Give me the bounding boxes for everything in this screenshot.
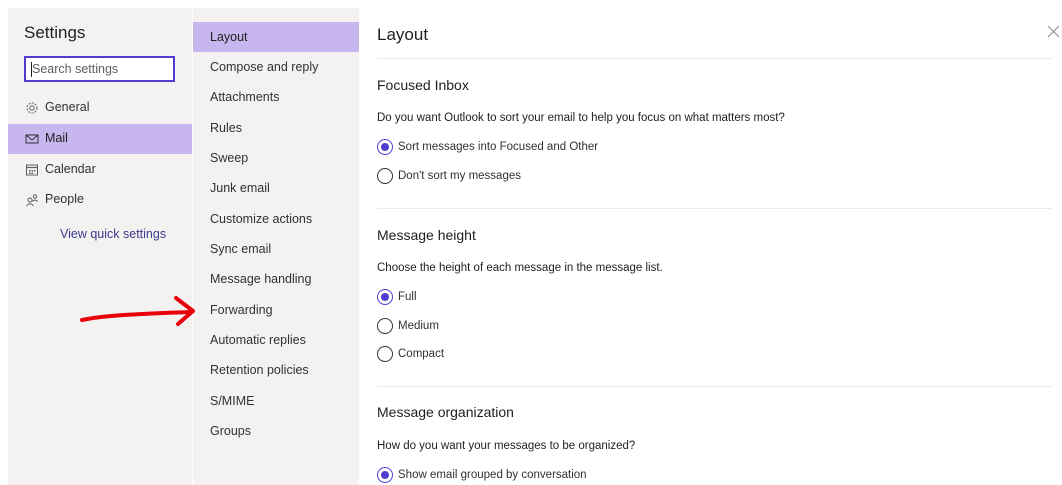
nav-item-calendar[interactable]: Calendar xyxy=(8,155,192,185)
subnav-item-customize-actions[interactable]: Customize actions xyxy=(193,204,360,234)
radio-label: Medium xyxy=(398,320,439,332)
radio-label: Sort messages into Focused and Other xyxy=(398,141,599,153)
divider xyxy=(377,208,1052,209)
subnav-item-label: Groups xyxy=(210,424,251,438)
subnav-item-layout[interactable]: Layout xyxy=(193,22,360,52)
nav-item-label: People xyxy=(45,192,84,206)
radio-selected-icon[interactable] xyxy=(377,289,393,305)
close-icon[interactable] xyxy=(1047,25,1060,38)
subnav-item-label: Sync email xyxy=(210,242,272,256)
search-settings-field[interactable] xyxy=(24,56,175,82)
people-icon xyxy=(26,194,38,207)
subnav-item-retention-policies[interactable]: Retention policies xyxy=(193,355,360,385)
radio-label: Don't sort my messages xyxy=(398,170,521,182)
subnav-item-label: Message handling xyxy=(210,272,312,286)
nav-item-label: Mail xyxy=(45,131,68,145)
page-title: Layout xyxy=(377,25,429,44)
subnav-item-forwarding[interactable]: Forwarding xyxy=(193,295,360,325)
view-quick-settings-link[interactable]: View quick settings xyxy=(60,227,166,241)
radio-unselected-icon[interactable] xyxy=(377,318,393,334)
subnav-item-groups[interactable]: Groups xyxy=(193,416,360,446)
subnav-item-label: Retention policies xyxy=(210,363,309,377)
layout-settings-pane: Layout Focused Inbox Do you want Outlook… xyxy=(359,8,1062,485)
subnav-item-label: Rules xyxy=(210,121,242,135)
subnav-item-label: Compose and reply xyxy=(210,60,319,74)
subnav-item-label: Automatic replies xyxy=(210,333,306,347)
nav-item-people[interactable]: People xyxy=(8,185,192,215)
nav-item-general[interactable]: General xyxy=(8,93,192,123)
subnav-item-sync-email[interactable]: Sync email xyxy=(193,234,360,264)
subnav-item-label: Customize actions xyxy=(210,212,313,226)
section-title-message-height: Message height xyxy=(377,227,476,243)
settings-nav: Settings General Mail Calendar xyxy=(8,8,192,485)
divider xyxy=(377,58,1052,59)
radio-label: Compact xyxy=(398,348,445,360)
subnav-item-sweep[interactable]: Sweep xyxy=(193,143,360,173)
radio-option-compact[interactable]: Compact xyxy=(377,344,444,364)
radio-unselected-icon[interactable] xyxy=(377,346,393,362)
radio-label: Show email grouped by conversation xyxy=(398,469,587,481)
subnav-item-message-handling[interactable]: Message handling xyxy=(193,264,360,294)
subnav-item-attachments[interactable]: Attachments xyxy=(193,82,360,112)
gear-icon xyxy=(26,102,38,114)
nav-item-label: Calendar xyxy=(45,162,96,176)
subnav-item-smime[interactable]: S/MIME xyxy=(193,386,360,416)
focused-inbox-question: Do you want Outlook to sort your email t… xyxy=(377,112,785,124)
nav-item-mail[interactable]: Mail xyxy=(8,124,192,154)
calendar-icon xyxy=(26,164,38,176)
subnav-item-label: Attachments xyxy=(210,90,280,104)
radio-option-grouped-by-conversation[interactable]: Show email grouped by conversation xyxy=(377,465,587,485)
divider xyxy=(377,386,1052,387)
radio-option-dont-sort[interactable]: Don't sort my messages xyxy=(377,166,521,186)
subnav-item-label: Layout xyxy=(210,30,248,44)
mail-subnav: Layout Compose and reply Attachments Rul… xyxy=(192,8,360,485)
text-caret xyxy=(31,62,32,77)
radio-selected-icon[interactable] xyxy=(377,139,393,155)
search-input[interactable] xyxy=(26,58,173,80)
section-title-message-organization: Message organization xyxy=(377,404,514,420)
radio-option-medium[interactable]: Medium xyxy=(377,316,439,336)
radio-option-focused-and-other[interactable]: Sort messages into Focused and Other xyxy=(377,137,598,157)
message-organization-question: How do you want your messages to be orga… xyxy=(377,440,636,452)
radio-label: Full xyxy=(398,291,417,303)
subnav-item-label: Forwarding xyxy=(210,303,273,317)
mail-icon xyxy=(25,134,39,144)
subnav-item-junk-email[interactable]: Junk email xyxy=(193,173,360,203)
nav-item-label: General xyxy=(45,100,90,114)
message-height-question: Choose the height of each message in the… xyxy=(377,262,663,274)
radio-unselected-icon[interactable] xyxy=(377,168,393,184)
settings-title: Settings xyxy=(24,23,86,42)
subnav-item-compose-and-reply[interactable]: Compose and reply xyxy=(193,52,360,82)
subnav-item-label: Sweep xyxy=(210,151,249,165)
radio-selected-icon[interactable] xyxy=(377,467,393,483)
annotation-arrow-icon xyxy=(80,296,195,326)
section-title-focused-inbox: Focused Inbox xyxy=(377,77,469,93)
subnav-item-label: Junk email xyxy=(210,181,270,195)
subnav-item-rules[interactable]: Rules xyxy=(193,113,360,143)
subnav-item-automatic-replies[interactable]: Automatic replies xyxy=(193,325,360,355)
subnav-item-label: S/MIME xyxy=(210,394,255,408)
radio-option-full[interactable]: Full xyxy=(377,287,417,307)
